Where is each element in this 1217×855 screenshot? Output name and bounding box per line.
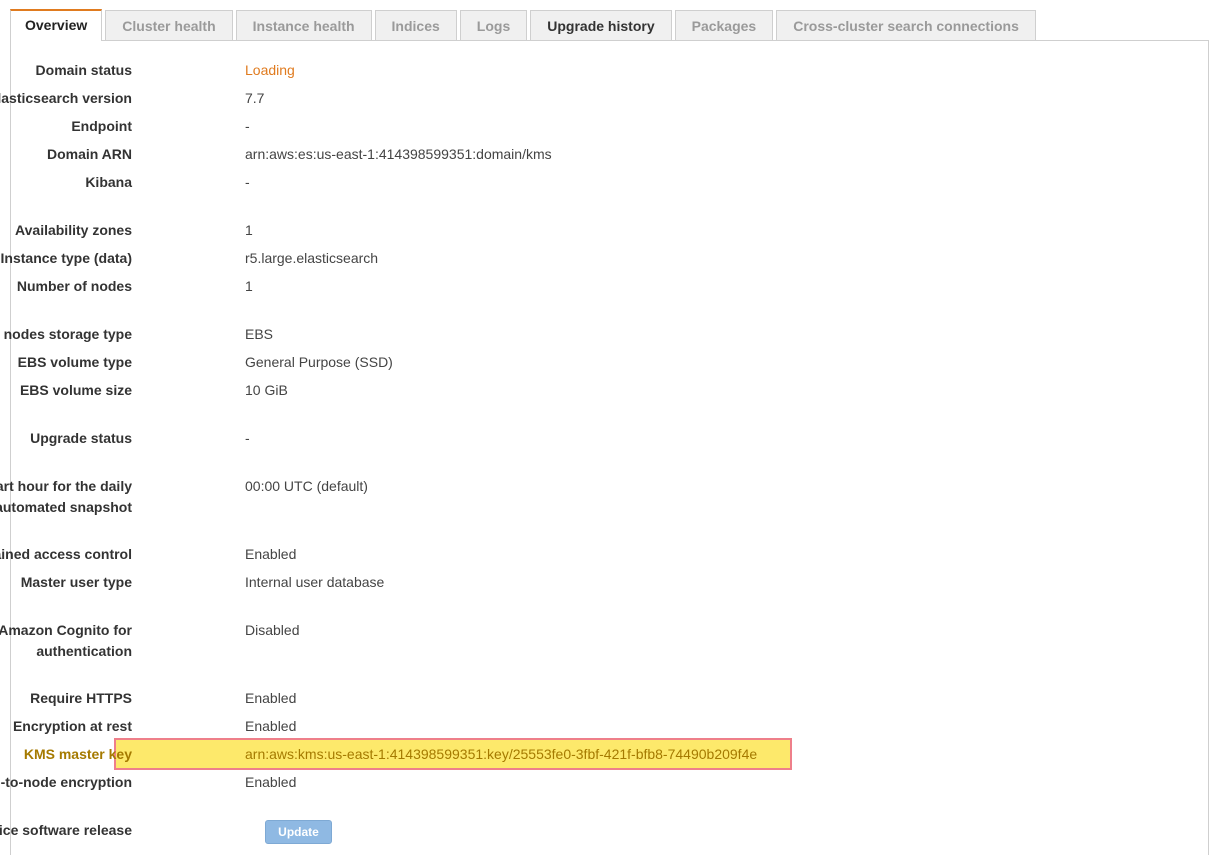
- row-kms-master-key: KMS master key arn:aws:kms:us-east-1:414…: [11, 744, 1111, 772]
- cognito-value: Disabled: [245, 622, 300, 638]
- row-availability-zones: Availability zones 1: [11, 220, 1111, 248]
- master-user-type-label: Master user type: [20, 574, 132, 590]
- row-master-user-type: Master user type Internal user database: [11, 572, 1111, 600]
- overview-panel: Domain status Loading Elasticsearch vers…: [0, 40, 1209, 855]
- master-user-type-value: Internal user database: [245, 574, 385, 590]
- snapshot-hour-label-line1: Start hour for the daily: [0, 478, 132, 494]
- update-button[interactable]: Update: [265, 820, 332, 844]
- upgrade-status-label: Upgrade status: [30, 430, 132, 446]
- tab-cross-cluster-search-connections[interactable]: Cross-cluster search connections: [776, 10, 1036, 41]
- cognito-label-line2: authentication: [36, 643, 132, 659]
- node-to-node-label: Node-to-node encryption: [0, 774, 132, 790]
- row-fgac: Fine-grained access control Enabled: [0, 544, 1111, 572]
- snapshot-hour-value: 00:00 UTC (default): [245, 478, 368, 494]
- require-https-label: Require HTTPS: [30, 690, 132, 706]
- tab-bar: Overview Cluster health Instance health …: [10, 9, 1039, 41]
- instance-type-label: Instance type (data): [0, 250, 132, 266]
- endpoint-value: -: [245, 118, 250, 134]
- row-snapshot-hour: Start hour for the daily automated snaps…: [0, 476, 1111, 520]
- ebs-volume-size-label: EBS volume size: [19, 382, 132, 398]
- es-version-label: Elasticsearch version: [0, 90, 132, 106]
- kms-master-key-label: KMS master key: [23, 746, 132, 762]
- tab-packages[interactable]: Packages: [674, 10, 774, 41]
- tab-indices[interactable]: Indices: [374, 10, 457, 41]
- kms-master-key-value: arn:aws:kms:us-east-1:414398599351:key/2…: [245, 746, 758, 762]
- availability-zones-label: Availability zones: [15, 222, 132, 238]
- row-service-software: Service software release: [0, 820, 1111, 848]
- row-kibana: Kibana -: [11, 172, 1111, 200]
- tab-logs[interactable]: Logs: [459, 10, 528, 41]
- tab-cluster-health[interactable]: Cluster health: [105, 10, 233, 41]
- row-instance-type: Instance type (data) r5.large.elasticsea…: [1, 248, 1111, 276]
- availability-zones-value: 1: [245, 222, 253, 238]
- number-of-nodes-value: 1: [245, 278, 253, 294]
- tab-overview[interactable]: Overview: [10, 9, 103, 41]
- ebs-volume-type-label: EBS volume type: [17, 354, 132, 370]
- snapshot-hour-label-line2: automated snapshot: [0, 499, 132, 515]
- domain-arn-label: Domain ARN: [46, 146, 132, 162]
- require-https-value: Enabled: [245, 690, 297, 706]
- encryption-at-rest-label: Encryption at rest: [12, 718, 132, 734]
- row-number-of-nodes: Number of nodes 1: [11, 276, 1111, 304]
- tab-upgrade-history[interactable]: Upgrade history: [530, 10, 672, 41]
- ebs-volume-type-value: General Purpose (SSD): [245, 354, 393, 370]
- number-of-nodes-label: Number of nodes: [16, 278, 132, 294]
- storage-type-value: EBS: [245, 326, 274, 342]
- row-domain-status: Domain status Loading: [11, 60, 1111, 88]
- row-endpoint: Endpoint -: [11, 116, 1111, 144]
- node-to-node-value: Enabled: [245, 774, 297, 790]
- ebs-volume-size-value: 10 GiB: [245, 382, 288, 398]
- fgac-label: Fine-grained access control: [0, 546, 132, 562]
- row-storage-type: Data nodes storage type EBS: [0, 324, 1111, 352]
- domain-status-label: Domain status: [35, 62, 132, 78]
- cognito-label-line1: Amazon Cognito for: [0, 622, 132, 638]
- kibana-value: -: [245, 174, 250, 190]
- service-software-label: Service software release: [0, 822, 132, 838]
- domain-arn-value: arn:aws:es:us-east-1:414398599351:domain…: [245, 146, 552, 162]
- storage-type-label: Data nodes storage type: [0, 326, 132, 342]
- row-es-version: Elasticsearch version 7.7: [0, 88, 1111, 116]
- row-upgrade-status: Upgrade status -: [11, 428, 1111, 456]
- row-cognito: Amazon Cognito for authentication Disabl…: [0, 620, 1111, 664]
- es-version-value: 7.7: [245, 90, 265, 106]
- row-ebs-volume-type: EBS volume type General Purpose (SSD): [11, 352, 1111, 380]
- row-ebs-volume-size: EBS volume size 10 GiB: [11, 380, 1111, 408]
- row-node-to-node: Node-to-node encryption Enabled: [0, 772, 1111, 800]
- instance-type-value: r5.large.elasticsearch: [245, 250, 379, 266]
- row-domain-arn: Domain ARN arn:aws:es:us-east-1:41439859…: [11, 144, 1111, 172]
- row-require-https: Require HTTPS Enabled: [11, 688, 1111, 716]
- kibana-label: Kibana: [85, 174, 132, 190]
- tab-instance-health[interactable]: Instance health: [235, 10, 372, 41]
- fgac-value: Enabled: [245, 546, 297, 562]
- encryption-at-rest-value: Enabled: [245, 718, 297, 734]
- domain-status-value: Loading: [245, 62, 295, 78]
- upgrade-status-value: -: [245, 430, 250, 446]
- endpoint-label: Endpoint: [71, 118, 132, 134]
